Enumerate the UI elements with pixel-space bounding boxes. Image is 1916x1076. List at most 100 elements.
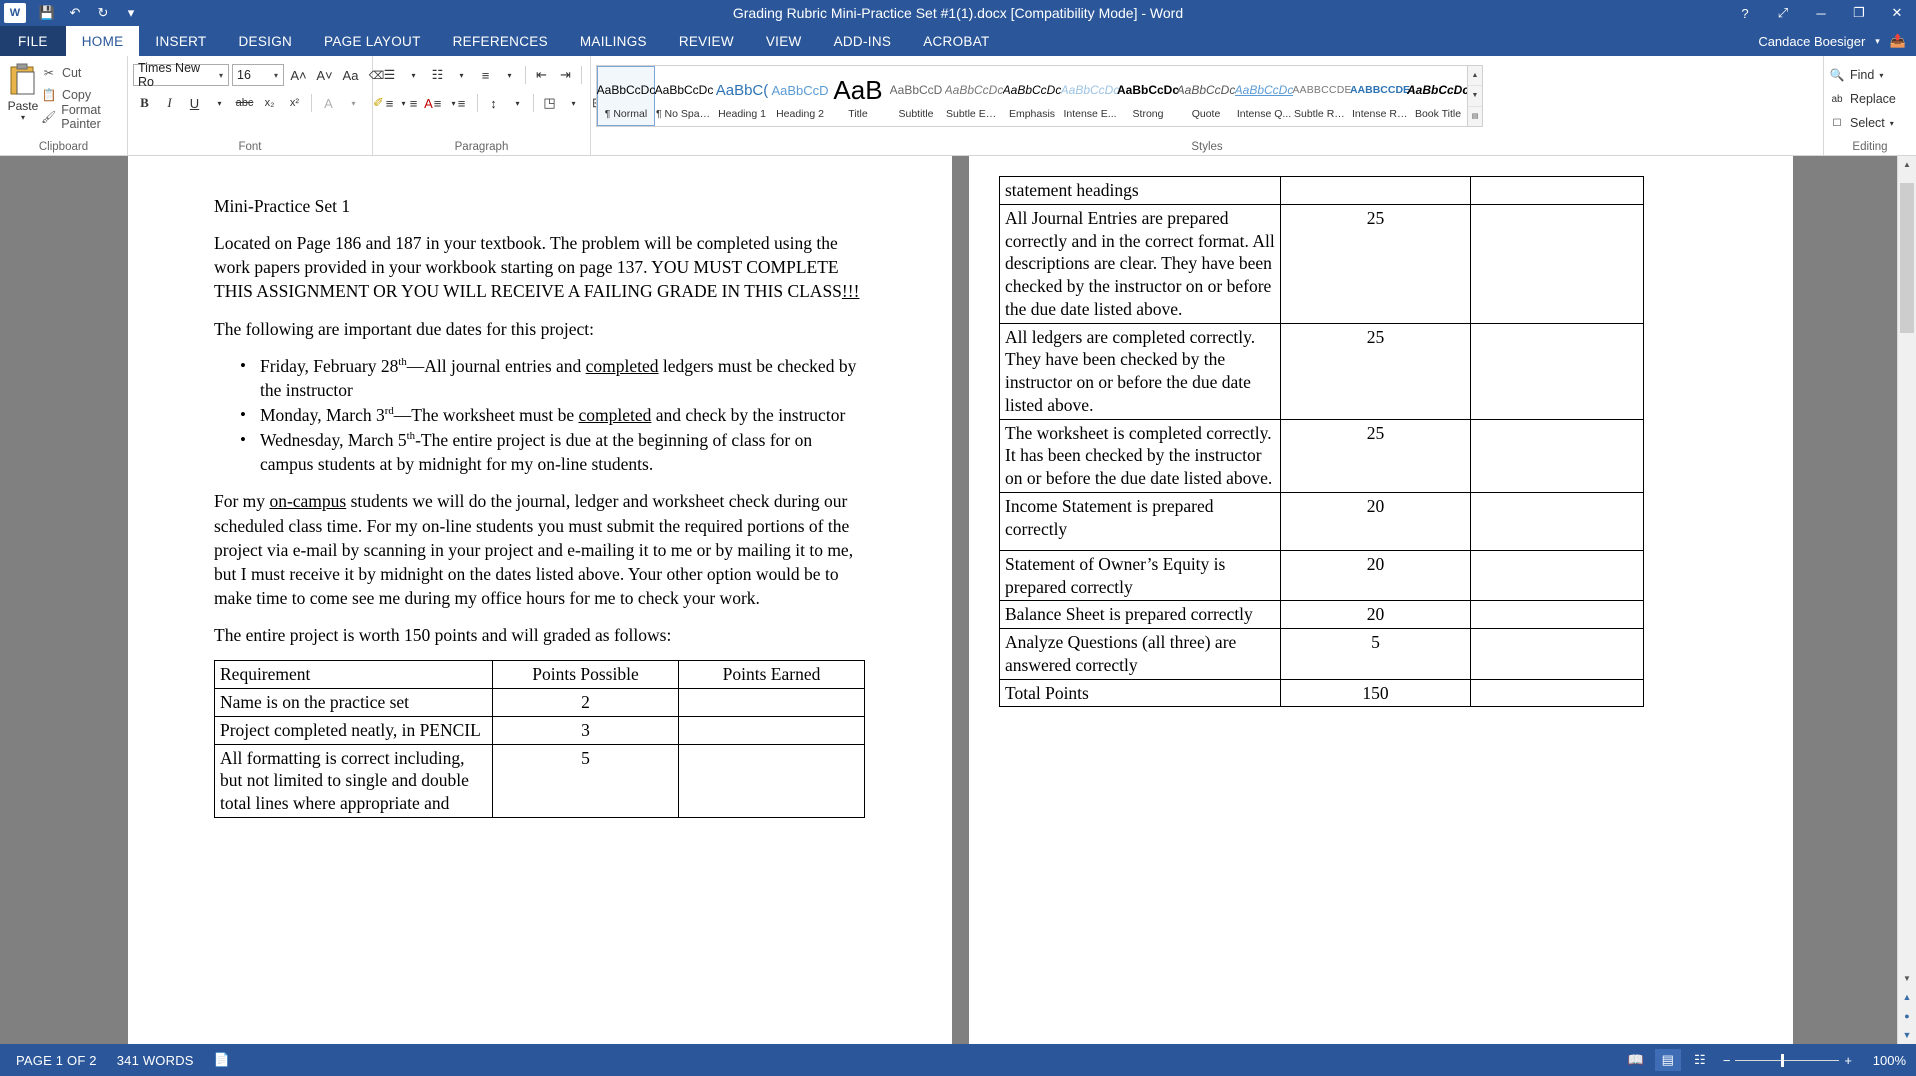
select-chevron-down-icon[interactable]: ▾ [1890, 119, 1894, 128]
shading-chevron-down-icon[interactable]: ▾ [562, 92, 585, 115]
tab-acrobat[interactable]: ACROBAT [907, 26, 1005, 56]
styles-gallery[interactable]: AaBbCcDc ¶ Normal AaBbCcDc ¶ No Spac... … [596, 65, 1483, 127]
user-name[interactable]: Candace Boesiger [1758, 34, 1865, 49]
style-subtle-emphasis[interactable]: AaBbCcDc Subtle Em... [945, 66, 1003, 126]
superscript-icon[interactable]: x² [283, 92, 306, 115]
decrease-indent-icon[interactable]: ⇤ [530, 64, 553, 87]
grow-font-icon[interactable]: A˄ [287, 64, 310, 87]
style-quote[interactable]: AaBbCcDc Quote [1177, 66, 1235, 126]
line-spacing-chevron-down-icon[interactable]: ▾ [506, 92, 529, 115]
style-normal[interactable]: AaBbCcDc ¶ Normal [597, 66, 655, 126]
style-no-spacing[interactable]: AaBbCcDc ¶ No Spac... [655, 66, 713, 126]
copy-button[interactable]: 📋 Copy [41, 85, 122, 104]
find-button[interactable]: 🔍 Find ▾ [1829, 65, 1883, 85]
change-case-icon[interactable]: Aa [339, 64, 362, 87]
align-center-icon[interactable]: ≡ [402, 92, 425, 115]
tab-references[interactable]: REFERENCES [437, 26, 564, 56]
close-icon[interactable]: ✕ [1878, 0, 1916, 26]
styles-scroll-up-icon[interactable]: ▲ [1468, 66, 1482, 86]
increase-indent-icon[interactable]: ⇥ [554, 64, 577, 87]
multilevel-chevron-down-icon[interactable]: ▾ [498, 64, 521, 87]
tab-add-ins[interactable]: ADD-INS [818, 26, 908, 56]
bullets-chevron-down-icon[interactable]: ▾ [402, 64, 425, 87]
text-effects-chevron-down-icon[interactable]: ▾ [342, 92, 365, 115]
align-right-icon[interactable]: ≡ [426, 92, 449, 115]
zoom-in-button[interactable]: + [1844, 1053, 1852, 1068]
cut-button[interactable]: ✂ Cut [41, 63, 122, 82]
paste-button[interactable]: Paste ▾ [5, 59, 41, 122]
select-button[interactable]: ☐ Select ▾ [1829, 113, 1894, 133]
font-size-chevron-down-icon[interactable]: ▾ [271, 71, 281, 80]
rubric-table-page1[interactable]: Requirement Points Possible Points Earne… [214, 660, 865, 818]
font-size-combo[interactable]: 16 ▾ [232, 64, 284, 86]
minimize-icon[interactable]: ─ [1802, 0, 1840, 26]
multilevel-list-icon[interactable]: ≡ [474, 64, 497, 87]
rubric-table-page2[interactable]: statement headings All Journal Entries a… [999, 176, 1644, 707]
page-2[interactable]: statement headings All Journal Entries a… [969, 156, 1793, 1044]
tab-design[interactable]: DESIGN [222, 26, 308, 56]
line-spacing-icon[interactable]: ↕ [482, 92, 505, 115]
tab-insert[interactable]: INSERT [139, 26, 222, 56]
scroll-down-icon[interactable]: ▼ [1898, 970, 1916, 987]
web-layout-icon[interactable]: ☷ [1687, 1049, 1713, 1071]
style-title[interactable]: AaB Title [829, 66, 887, 126]
shrink-font-icon[interactable]: A˅ [313, 64, 336, 87]
previous-page-icon[interactable]: ▲ [1898, 987, 1916, 1006]
read-mode-icon[interactable]: 📖 [1623, 1049, 1649, 1071]
style-intense-emphasis[interactable]: AaBbCcDc Intense E... [1061, 66, 1119, 126]
style-emphasis[interactable]: AaBbCcDc Emphasis [1003, 66, 1061, 126]
styles-more-icon[interactable]: ▤ [1468, 107, 1482, 126]
strikethrough-icon[interactable]: abc [233, 92, 256, 115]
tab-view[interactable]: VIEW [750, 26, 818, 56]
numbering-icon[interactable]: ☷ [426, 64, 449, 87]
justify-icon[interactable]: ≡ [450, 92, 473, 115]
customize-qat-icon[interactable]: ▾ [118, 2, 144, 24]
account-chevron-down-icon[interactable]: ▾ [1875, 36, 1880, 47]
style-strong[interactable]: AaBbCcDc Strong [1119, 66, 1177, 126]
style-intense-quote[interactable]: AaBbCcDc Intense Q... [1235, 66, 1293, 126]
tab-page-layout[interactable]: PAGE LAYOUT [308, 26, 437, 56]
styles-scroll-down-icon[interactable]: ▼ [1468, 86, 1482, 106]
vertical-scrollbar[interactable]: ▲ ▼ ▲ ● ▼ [1897, 156, 1916, 1044]
select-browse-object-icon[interactable]: ● [1898, 1006, 1916, 1025]
scroll-up-icon[interactable]: ▲ [1898, 156, 1916, 173]
spell-check-icon[interactable]: 📄 [204, 1052, 240, 1068]
styles-gallery-scroll[interactable]: ▲ ▼ ▤ [1467, 66, 1482, 126]
style-intense-reference[interactable]: AABBCCDE Intense Re... [1351, 66, 1409, 126]
zoom-slider[interactable]: − + [1723, 1053, 1852, 1068]
paste-chevron-down-icon[interactable]: ▾ [21, 113, 25, 122]
share-icon[interactable]: 📤 [1890, 33, 1906, 49]
scrollbar-thumb[interactable] [1900, 183, 1914, 333]
undo-icon[interactable]: ↶ [62, 2, 88, 24]
align-left-icon[interactable]: ≡ [378, 92, 401, 115]
font-name-chevron-down-icon[interactable]: ▾ [216, 71, 226, 80]
tab-home[interactable]: HOME [66, 26, 140, 56]
word-app-icon[interactable]: W [4, 3, 26, 23]
page-indicator[interactable]: PAGE 1 OF 2 [6, 1053, 107, 1068]
next-page-icon[interactable]: ▼ [1898, 1025, 1916, 1044]
zoom-out-button[interactable]: − [1723, 1053, 1731, 1068]
style-heading-1[interactable]: AaBbC( Heading 1 [713, 66, 771, 126]
page-1-content[interactable]: Mini-Practice Set 1 Located on Page 186 … [214, 194, 866, 1044]
bullets-icon[interactable]: ☰ [378, 64, 401, 87]
redo-icon[interactable]: ↻ [90, 2, 116, 24]
tab-review[interactable]: REVIEW [663, 26, 750, 56]
replace-button[interactable]: ab Replace [1829, 89, 1896, 109]
subscript-icon[interactable]: x₂ [258, 92, 281, 115]
style-subtitle[interactable]: AaBbCcD Subtitle [887, 66, 945, 126]
font-name-combo[interactable]: Times New Ro ▾ [133, 64, 229, 86]
underline-icon[interactable]: U [183, 92, 206, 115]
italic-icon[interactable]: I [158, 92, 181, 115]
ribbon-display-options-icon[interactable]: ⤢ [1764, 0, 1802, 26]
help-icon[interactable]: ? [1726, 0, 1764, 26]
zoom-level[interactable]: 100% [1862, 1053, 1906, 1068]
numbering-chevron-down-icon[interactable]: ▾ [450, 64, 473, 87]
word-count[interactable]: 341 WORDS [107, 1053, 204, 1068]
zoom-handle[interactable] [1781, 1054, 1784, 1067]
shading-icon[interactable]: ◳ [538, 92, 561, 115]
page-2-content[interactable]: statement headings All Journal Entries a… [969, 176, 1793, 1044]
style-book-title[interactable]: AaBbCcDc Book Title [1409, 66, 1467, 126]
page-1[interactable]: Mini-Practice Set 1 Located on Page 186 … [128, 156, 952, 1044]
bold-icon[interactable]: B [133, 92, 156, 115]
underline-chevron-down-icon[interactable]: ▾ [208, 92, 231, 115]
